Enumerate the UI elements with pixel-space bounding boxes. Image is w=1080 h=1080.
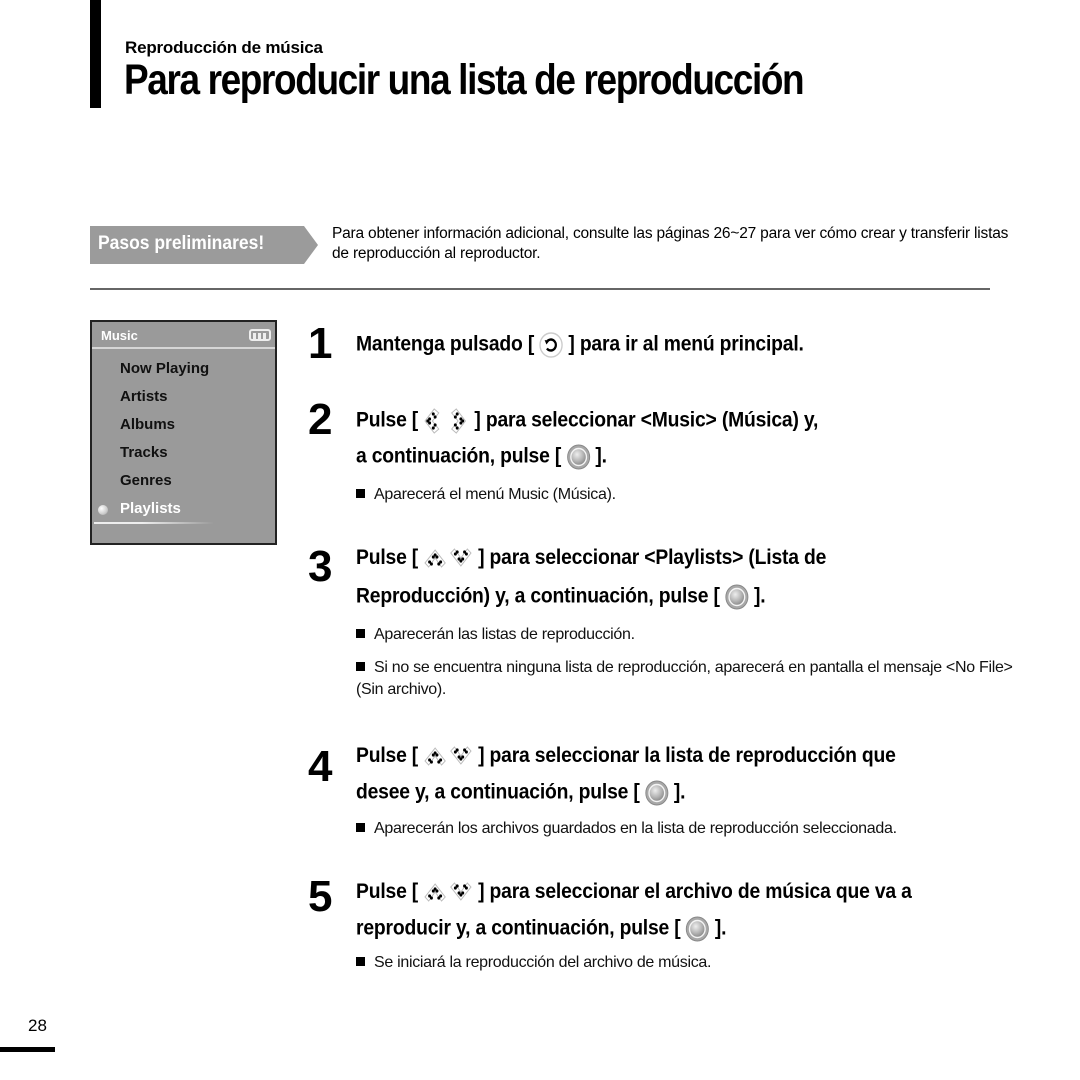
device-menu-item: Playlists: [92, 495, 275, 523]
prelim-badge-label: Pasos preliminares!: [98, 233, 265, 254]
bullet-icon: [356, 957, 365, 966]
select-button-icon: [725, 584, 749, 610]
device-menu-item: Artists: [92, 383, 275, 411]
step-instruction: Pulse [ ] para seleccionar <Playlists> (…: [356, 546, 826, 570]
select-button-icon: [686, 916, 710, 942]
header-accent-bar: [90, 0, 101, 108]
step-note-text: Aparecerán los archivos guardados en la …: [374, 820, 897, 837]
step-text: Reproducción) y, a continuación, pulse [: [356, 584, 725, 608]
step-text: ] para ir al menú principal.: [563, 332, 804, 356]
step-instruction: Pulse [ ] para seleccionar <Music> (Músi…: [356, 408, 818, 434]
battery-icon: [249, 329, 271, 341]
device-menu-item: Albums: [92, 411, 275, 439]
step-note: Aparecerán los archivos guardados en la …: [356, 818, 1036, 840]
step-text: Pulse [: [356, 744, 424, 767]
step-instruction: Mantenga pulsado [ ] para ir al menú pri…: [356, 332, 804, 358]
prelim-text: Para obtener información adicional, cons…: [332, 225, 1009, 262]
step-text: ].: [668, 780, 686, 804]
page-title: Para reproducir una lista de reproducció…: [124, 56, 805, 104]
step-text: a continuación, pulse [: [356, 444, 567, 468]
step-number: 1: [308, 319, 333, 368]
step-number: 5: [308, 872, 333, 921]
step-number: 2: [308, 395, 333, 444]
step-text: reproducir y, a continuación, pulse [: [356, 916, 686, 940]
step-number: 3: [308, 542, 333, 591]
step-text: ] para seleccionar el archivo de música …: [472, 880, 912, 903]
page-number-bar: [0, 1047, 55, 1052]
step-text: ] para seleccionar la lista de reproducc…: [472, 744, 896, 767]
step-text: Pulse [: [356, 546, 424, 569]
device-menu-item-label: Tracks: [120, 444, 168, 461]
left-right-buttons-icon: [423, 408, 469, 434]
device-menu-item-label: Playlists: [120, 500, 181, 517]
step-note: Se iniciará la reproducción del archivo …: [356, 952, 1036, 974]
step-text: Mantenga pulsado [: [356, 332, 540, 356]
step-instruction: desee y, a continuación, pulse [ ].: [356, 780, 686, 806]
up-down-buttons-icon: [423, 881, 473, 903]
step-instruction: Reproducción) y, a continuación, pulse […: [356, 584, 766, 610]
step-text: Pulse [: [356, 880, 424, 903]
step-note: Aparecerán las listas de reproducción.: [356, 624, 1036, 646]
step-instruction: Pulse [ ] para seleccionar la lista de r…: [356, 744, 896, 768]
step-note-text: Se iniciará la reproducción del archivo …: [374, 954, 712, 971]
device-menu-item-label: Now Playing: [120, 360, 210, 377]
step-text: ].: [748, 584, 766, 608]
select-button-icon: [566, 444, 590, 470]
selection-underline: [94, 522, 214, 524]
device-screen: Music Now Playing Artists Albums Tracks Genr…: [90, 320, 277, 545]
selection-dot-icon: [98, 505, 108, 515]
bullet-icon: [356, 823, 365, 832]
step-note: Si no se encuentra ninguna lista de repr…: [356, 657, 1036, 701]
step-text: ].: [590, 444, 607, 468]
section-label: Reproducción de música: [125, 38, 323, 57]
bullet-icon: [356, 629, 365, 638]
device-menu-item-label: Artists: [120, 388, 168, 405]
step-text: ].: [709, 916, 727, 940]
step-note-text: Aparecerá el menú Music (Música).: [374, 486, 616, 503]
step-note: Aparecerá el menú Music (Música).: [356, 484, 1036, 506]
bullet-icon: [356, 489, 365, 498]
device-header: Music: [92, 322, 275, 349]
select-button-icon: [645, 780, 669, 806]
up-down-buttons-icon: [423, 547, 473, 569]
back-button-icon: [539, 332, 563, 358]
step-text: ] para seleccionar <Playlists> (Lista de: [472, 546, 827, 569]
device-menu-item: Now Playing: [92, 355, 275, 383]
device-menu-item-label: Genres: [120, 472, 172, 489]
step-instruction: a continuación, pulse [ ].: [356, 444, 607, 470]
step-number: 4: [308, 742, 333, 791]
step-text: Pulse [: [356, 408, 424, 432]
step-instruction: reproducir y, a continuación, pulse [ ].: [356, 916, 726, 942]
device-title: Music: [101, 328, 138, 343]
step-text: desee y, a continuación, pulse [: [356, 780, 645, 804]
divider: [90, 288, 990, 290]
device-menu-list: Now Playing Artists Albums Tracks Genres Play…: [92, 355, 275, 523]
step-instruction: Pulse [ ] para seleccionar el archivo de…: [356, 880, 912, 904]
step-note-text: Aparecerán las listas de reproducción.: [374, 626, 635, 643]
page-number: 28: [28, 1016, 47, 1035]
bullet-icon: [356, 662, 365, 671]
device-menu-item-label: Albums: [120, 416, 176, 433]
device-menu-item: Tracks: [92, 439, 275, 467]
up-down-buttons-icon: [423, 745, 473, 767]
step-note-text: Si no se encuentra ninguna lista de repr…: [356, 659, 1013, 698]
device-menu-item: Genres: [92, 467, 275, 495]
step-text: ] para seleccionar <Music> (Música) y,: [469, 408, 819, 432]
prelim-badge: Pasos preliminares!: [90, 226, 318, 264]
